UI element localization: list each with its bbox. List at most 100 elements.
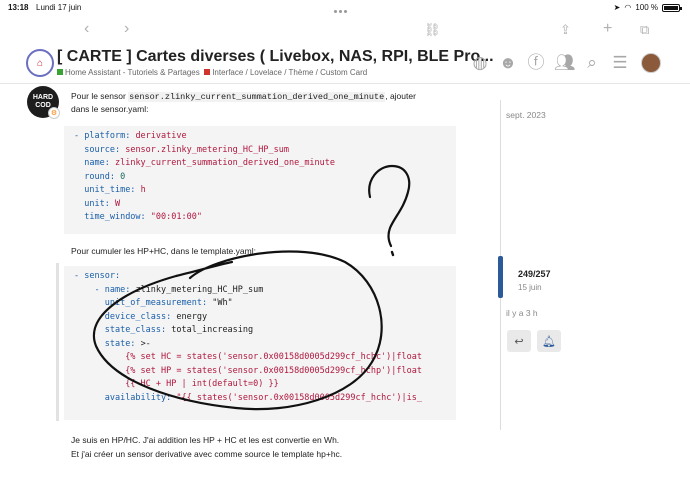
globe-icon[interactable]: ◍ — [470, 53, 490, 73]
code-value: {% set HP = states('sensor.0x00158d0005d… — [125, 365, 422, 376]
code-value: W — [114, 198, 121, 209]
code-key: device_class: — [104, 311, 172, 322]
code-value: total_increasing — [171, 325, 254, 335]
status-right: ➤ ◠ 100 % — [613, 3, 682, 12]
code-value: "{{ states('sensor.0x00158d0005d299cf_hc… — [176, 392, 423, 403]
code-key: unit_of_measurement: — [104, 298, 208, 308]
code-key: state_class: — [104, 325, 167, 335]
code-line: unit_time: h — [74, 184, 446, 198]
code-line: round: 0 — [74, 171, 446, 185]
code-value: "Wh" — [212, 298, 233, 308]
notification-button[interactable]: 🔔︎ — [537, 330, 561, 352]
link-icon[interactable]: ⛓ — [424, 22, 441, 38]
users-icon[interactable]: 👥︎ — [554, 53, 576, 73]
quote-bar — [56, 263, 59, 421]
wifi-icon: ◠ — [624, 3, 632, 12]
battery-icon — [662, 3, 682, 12]
code-value: derivative — [135, 131, 187, 141]
timeline-start-date[interactable]: sept. 2023 — [506, 110, 546, 120]
code-value: 0 — [120, 171, 126, 182]
code-key: name: — [84, 158, 110, 168]
code-value: h — [140, 185, 146, 195]
battery-fill — [664, 5, 678, 10]
code-line: name: zlinky_current_summation_derived_o… — [74, 157, 446, 171]
code-line: {{ HC + HP | int(default=0) }} — [74, 378, 446, 392]
inline-code: sensor.zlinky_current_summation_derived_… — [128, 92, 386, 102]
reply-button[interactable]: ↩ — [507, 330, 531, 352]
code-value: zlinky_metering_HC_HP_sum — [135, 284, 264, 295]
code-key: source: — [84, 144, 121, 155]
code-line: device_class: energy — [74, 311, 446, 325]
code-line: {% set HC = states('sensor.0x00158d0005d… — [74, 351, 446, 365]
share-icon[interactable]: ⇪ — [560, 22, 571, 38]
code-line: state_class: total_increasing — [74, 324, 446, 338]
code-line: availability: "{{ states('sensor.0x00158… — [74, 392, 446, 406]
user-avatar[interactable] — [641, 53, 661, 73]
question-mark-dot — [390, 250, 395, 257]
code-value: energy — [176, 311, 208, 322]
status-bar: 13:18 Lundi 17 juin ➤ ◠ 100 % — [0, 0, 690, 16]
bell-icon: 🔔︎ — [542, 335, 556, 348]
code-key: platform: — [84, 131, 131, 141]
status-time: 13:18 — [8, 3, 29, 12]
code-line: state: >- — [74, 338, 446, 352]
timeline-last-activity[interactable]: il y a 3 h — [506, 308, 538, 318]
post-outro-line2: Et j'ai créer un sensor derivative avec … — [71, 449, 343, 459]
chevron-right-icon[interactable]: › — [124, 20, 129, 38]
code-line: - platform: derivative — [74, 131, 187, 141]
post-mid-text: Pour cumuler les HP+HC, dans le template… — [71, 246, 256, 256]
code-key: round: — [84, 171, 115, 182]
code-line: {% set HP = states('sensor.0x00158d0005d… — [74, 365, 446, 379]
battery-percent: 100 % — [635, 3, 658, 12]
timeline-post-date: 15 juin — [518, 283, 542, 292]
code-block-derivative[interactable]: - platform: derivative source: sensor.zl… — [64, 126, 456, 234]
plus-icon[interactable]: + — [603, 20, 612, 38]
author-badge-icon: ⚙ — [48, 107, 60, 119]
code-line: - name: zlinky_metering_HC_HP_sum — [94, 284, 264, 295]
code-value: {% set HC = states('sensor.0x00158d0005d… — [125, 352, 422, 362]
code-value: sensor.zlinky_metering_HC_HP_sum — [125, 144, 289, 155]
site-logo[interactable]: ⌂ — [26, 49, 54, 77]
code-value: {{ HC + HP | int(default=0) }} — [125, 379, 279, 389]
code-key: unit_time: — [84, 185, 136, 195]
site-header: ⌂ [ CARTE ] Cartes diverses ( Livebox, N… — [0, 44, 690, 84]
post-outro-line1: Je suis en HP/HC. J'ai addition les HP +… — [71, 435, 340, 445]
intro-prefix: Pour le sensor — [71, 91, 129, 101]
multitask-dots-icon[interactable] — [334, 6, 356, 13]
reply-icon: ↩ — [514, 335, 524, 348]
code-key: name: — [104, 284, 131, 295]
code-value: zlinky_current_summation_derived_one_min… — [114, 158, 336, 168]
location-icon: ➤ — [613, 3, 621, 12]
code-key: time_window: — [84, 212, 146, 222]
search-icon[interactable]: ⌕ — [582, 53, 602, 73]
status-date: Lundi 17 juin — [36, 3, 82, 12]
code-line: source: sensor.zlinky_metering_HC_HP_sum — [74, 144, 446, 158]
intro-suffix: , ajouter — [385, 91, 416, 101]
browser-toolbar: ‹ › ⛓ ⇪ + ⧉ — [0, 16, 690, 44]
code-line: time_window: "00:01:00" — [74, 211, 446, 225]
code-line: unit_of_measurement: "Wh" — [74, 297, 446, 311]
code-block-template[interactable]: - sensor: - name: zlinky_metering_HC_HP_… — [64, 266, 456, 420]
timeline-scroller-handle[interactable] — [498, 256, 503, 298]
discord-icon[interactable]: ☻ — [498, 53, 518, 73]
topic-title[interactable]: [ CARTE ] Cartes diverses ( Livebox, NAS… — [57, 48, 494, 66]
category-link[interactable]: Interface / Lovelace / Thème / Custom Ca… — [212, 68, 367, 77]
category-link[interactable]: Home Assistant - Tutoriels & Partages — [65, 68, 200, 77]
tabs-icon[interactable]: ⧉ — [640, 22, 649, 38]
timeline-post-count: 249/257 — [518, 269, 551, 279]
code-line: - sensor: — [74, 271, 121, 281]
category-breadcrumb: Home Assistant - Tutoriels & Partages In… — [57, 68, 367, 77]
code-line: unit: W — [74, 198, 446, 212]
facebook-icon[interactable]: ⓕ — [526, 53, 546, 73]
topic-timeline: sept. 2023 249/257 15 juin il y a 3 h — [498, 100, 580, 430]
post-intro: Pour le sensor sensor.zlinky_current_sum… — [71, 90, 416, 103]
category-color-square — [57, 69, 63, 75]
code-key: availability: — [104, 392, 172, 403]
code-key: unit: — [84, 198, 110, 209]
code-key: sensor: — [84, 271, 121, 281]
menu-icon[interactable]: ☰ — [610, 53, 630, 73]
chevron-left-icon[interactable]: ‹ — [84, 20, 89, 38]
category-color-square — [204, 69, 211, 75]
post-intro-line2: dans le sensor.yaml: — [71, 104, 149, 114]
code-key: state: — [104, 338, 136, 349]
